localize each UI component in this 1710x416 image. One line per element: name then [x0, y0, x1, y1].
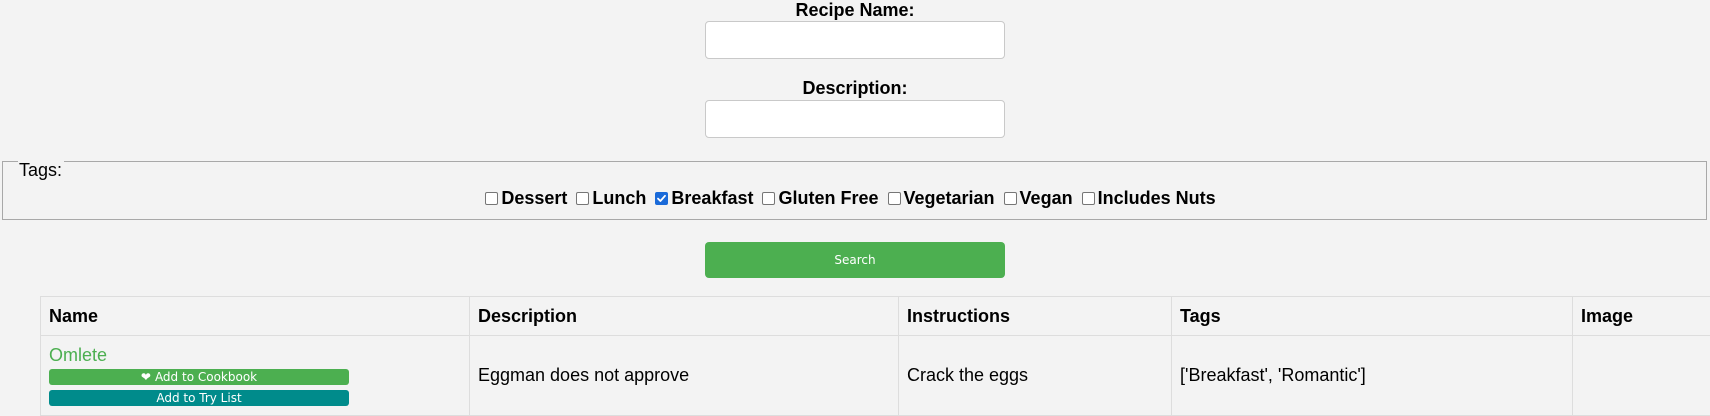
recipe-search-form: Recipe Name: Description: Tags: Dessert … [0, 0, 1710, 416]
tag-vegetarian-checkbox[interactable] [887, 191, 901, 205]
tag-gluten-free-label: Gluten Free [778, 187, 879, 208]
tag-vegan[interactable]: Vegan [1003, 187, 1073, 209]
recipe-name-label: Recipe Name: [795, 0, 915, 20]
table-header-row: Name Description Instructions Tags Image [40, 296, 1710, 336]
column-header-image: Image [1572, 296, 1710, 336]
tag-vegan-checkbox[interactable] [1003, 191, 1017, 205]
tag-dessert-label: Dessert [501, 187, 568, 208]
column-header-instructions: Instructions [898, 296, 1172, 336]
tag-includes-nuts[interactable]: Includes Nuts [1081, 187, 1216, 209]
recipe-name-input[interactable] [705, 21, 1005, 59]
add-to-cookbook-label: Add to Cookbook [154, 370, 258, 384]
recipe-tags-cell: ['Breakfast', 'Romantic'] [1171, 335, 1573, 416]
tag-breakfast-checkbox[interactable] [655, 191, 669, 205]
column-header-description: Description [469, 296, 899, 336]
add-to-cookbook-button[interactable]: ❤ Add to Cookbook [49, 369, 349, 385]
tag-lunch-label: Lunch [592, 187, 647, 208]
column-header-tags: Tags [1171, 296, 1573, 336]
table-row: Omlete ❤ Add to Cookbook Add to Try List… [40, 335, 1710, 416]
recipe-name-link[interactable]: Omlete [49, 345, 461, 366]
description-label: Description: [802, 78, 908, 98]
recipe-instructions-cell: Crack the eggs [898, 335, 1172, 416]
tag-includes-nuts-label: Includes Nuts [1097, 187, 1216, 208]
tag-dessert-checkbox[interactable] [485, 191, 499, 205]
tag-lunch-checkbox[interactable] [576, 191, 590, 205]
column-header-name: Name [40, 296, 470, 336]
recipe-description-cell: Eggman does not approve [469, 335, 899, 416]
tag-gluten-free-checkbox[interactable] [762, 191, 776, 205]
tag-dessert[interactable]: Dessert [485, 188, 567, 209]
tag-breakfast-label: Breakfast [671, 187, 754, 208]
tag-vegan-label: Vegan [1019, 187, 1073, 208]
tag-vegetarian[interactable]: Vegetarian [887, 187, 995, 209]
checkmark-icon [657, 194, 667, 202]
recipe-name-cell: Omlete ❤ Add to Cookbook Add to Try List [40, 335, 470, 416]
tag-lunch[interactable]: Lunch [576, 188, 646, 209]
results-table: Name Description Instructions Tags Image… [40, 296, 1710, 416]
description-input[interactable] [705, 100, 1005, 138]
heart-icon: ❤ [140, 370, 151, 384]
tags-legend: Tags: [18, 159, 65, 181]
recipe-image-cell [1572, 335, 1710, 416]
tag-vegetarian-label: Vegetarian [903, 187, 995, 208]
search-button[interactable]: Search [705, 242, 1005, 278]
tag-gluten-free[interactable]: Gluten Free [762, 187, 879, 209]
tags-checkbox-group: Dessert Lunch Breakfast Gluten Free Vege… [0, 187, 1710, 209]
tag-includes-nuts-checkbox[interactable] [1081, 191, 1095, 205]
add-to-try-list-button[interactable]: Add to Try List [49, 390, 349, 406]
tag-breakfast[interactable]: Breakfast [655, 188, 753, 209]
